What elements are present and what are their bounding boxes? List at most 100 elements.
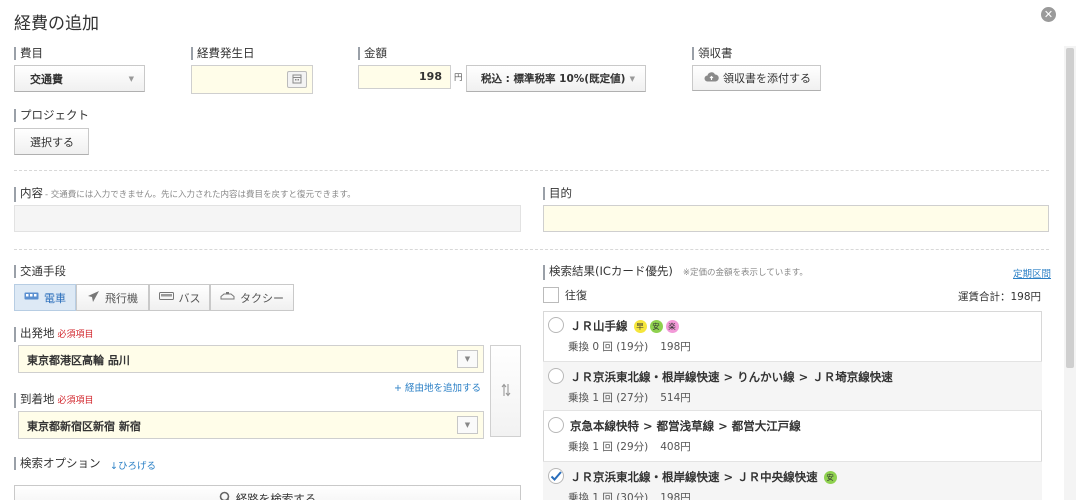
tab-bus-label: バス xyxy=(178,291,201,305)
swap-button[interactable] xyxy=(490,345,521,437)
tab-airplane[interactable]: 飛行機 xyxy=(76,284,149,311)
commuter-section-link[interactable]: 定期区間 xyxy=(1013,266,1051,280)
amount-label: 金額 xyxy=(358,47,387,60)
route-transfers: 乗換 1 回 (29分) xyxy=(568,441,649,453)
route-radio[interactable] xyxy=(548,368,564,384)
arrival-label-text: 到着地 xyxy=(20,392,55,406)
route-title: ＪＲ山手線 早 安 楽 xyxy=(570,318,679,334)
chevron-down-icon: ▼ xyxy=(629,74,635,83)
fare-total: 運賃合計：198円 xyxy=(958,291,1042,303)
route-fare: 514円 xyxy=(660,392,691,404)
calendar-icon[interactable] xyxy=(287,71,307,88)
date-input[interactable] xyxy=(191,65,313,94)
route-name: ＪＲ京浜東北線・根岸線快速 > ＪＲ中央線快速 xyxy=(570,470,818,484)
results-note: ※定価の金額を表示しています。 xyxy=(682,268,808,278)
check-icon[interactable] xyxy=(548,468,564,484)
chevron-down-icon[interactable]: ▼ xyxy=(457,416,478,434)
route-radio[interactable] xyxy=(548,417,564,433)
expense-type-value: 交通費 xyxy=(30,72,63,86)
route-item[interactable]: ＪＲ京浜東北線・根岸線快速 > りんかい線 > ＪＲ埼京線快速 乗換 1 回 (… xyxy=(543,362,1042,411)
route-transfers: 乗換 1 回 (30分) xyxy=(568,492,649,500)
date-label: 経費発生日 xyxy=(191,47,255,60)
required-badge: 必須項目 xyxy=(57,330,94,340)
round-trip-label: 往復 xyxy=(565,289,587,302)
route-name: ＪＲ京浜東北線・根岸線快速 > りんかい線 > ＪＲ埼京線快速 xyxy=(570,370,893,384)
route-name: 京急本線快特 > 都営浅草線 > 都営大江戸線 xyxy=(570,419,801,433)
scrollbar-thumb[interactable] xyxy=(1066,48,1074,368)
amount-input[interactable]: 198 xyxy=(358,65,451,89)
route-item[interactable]: ＪＲ京浜東北線・根岸線快速 > ＪＲ中央線快速 安 乗換 1 回 (30分) 19… xyxy=(543,462,1042,500)
search-route-button[interactable]: 経路を検索する xyxy=(14,485,521,500)
cloud-upload-icon xyxy=(704,71,719,85)
arrival-value: 東京都新宿区新宿 新宿 xyxy=(27,420,141,433)
attach-receipt-button[interactable]: 領収書を添付する xyxy=(692,65,821,91)
tab-train[interactable]: 電車 xyxy=(14,284,76,311)
required-badge: 必須項目 xyxy=(57,396,94,406)
cheap-badge: 安 xyxy=(823,470,837,484)
departure-input[interactable]: 東京都港区高輪 品川 ▼ xyxy=(18,345,484,373)
route-fare: 198円 xyxy=(660,492,691,500)
expense-type-label: 費目 xyxy=(14,47,43,60)
attach-receipt-label: 領収書を添付する xyxy=(723,72,811,85)
purpose-label: 目的 xyxy=(543,187,572,200)
expense-type-select[interactable]: 交通費 ▼ xyxy=(14,65,145,92)
departure-value: 東京都港区高輪 品川 xyxy=(27,354,130,367)
divider xyxy=(14,170,1049,171)
close-icon[interactable]: ✕ xyxy=(1041,7,1056,22)
route-transfers: 乗換 1 回 (27分) xyxy=(568,392,649,404)
tab-taxi[interactable]: タクシー xyxy=(210,284,294,311)
arrival-input[interactable]: 東京都新宿区新宿 新宿 ▼ xyxy=(18,411,484,439)
chevron-down-icon: ▼ xyxy=(128,74,134,83)
search-options-label: 検索オプション xyxy=(14,457,101,470)
tab-bus[interactable]: バス xyxy=(149,284,210,311)
route-info: 乗換 1 回 (30分) 198円 xyxy=(568,490,691,500)
route-info: 乗換 1 回 (27分) 514円 xyxy=(568,390,691,405)
dialog-title: 経費の追加 xyxy=(14,14,99,34)
expand-options-link[interactable]: ↓ひろげる xyxy=(110,458,156,472)
route-fare: 198円 xyxy=(660,341,691,353)
divider xyxy=(14,249,1049,250)
tab-taxi-label: タクシー xyxy=(240,291,284,305)
fast-badge: 早 xyxy=(633,319,647,333)
tab-train-label: 電車 xyxy=(44,291,66,305)
select-project-button[interactable]: 選択する xyxy=(14,128,89,155)
transport-tabs: 電車 飛行機 バス タクシー xyxy=(14,284,294,311)
route-name: ＪＲ山手線 xyxy=(570,319,628,333)
route-info: 乗換 0 回 (19分) 198円 xyxy=(568,339,691,354)
route-title: ＪＲ京浜東北線・根岸線快速 > ＪＲ中央線快速 安 xyxy=(570,469,837,485)
route-transfers: 乗換 0 回 (19分) xyxy=(568,341,649,353)
content-input xyxy=(14,205,521,232)
swap-icon xyxy=(501,382,511,401)
train-icon xyxy=(24,291,39,304)
purpose-input[interactable] xyxy=(543,205,1049,232)
tax-rate-select[interactable]: 税込 : 標準税率 10%(既定値) ▼ xyxy=(466,65,646,92)
tab-airplane-label: 飛行機 xyxy=(105,291,138,305)
results-label-text: 検索結果(ICカード優先) xyxy=(549,264,673,278)
route-item[interactable]: 京急本線快特 > 都営浅草線 > 都営大江戸線 乗換 1 回 (29分) 408円 xyxy=(543,411,1042,462)
transport-label: 交通手段 xyxy=(14,265,66,278)
chevron-down-icon[interactable]: ▼ xyxy=(457,350,478,368)
departure-label: 出発地 必須項目 xyxy=(14,327,94,342)
tax-rate-value: 税込 : 標準税率 10%(既定値) xyxy=(481,73,626,85)
departure-label-text: 出発地 xyxy=(20,326,55,340)
amount-unit: 円 xyxy=(454,73,463,83)
arrival-label: 到着地 必須項目 xyxy=(14,393,94,408)
route-radio[interactable] xyxy=(548,317,564,333)
content-note: - 交通費には入力できません。先に入力された内容は費目を戻すと復元できます。 xyxy=(45,190,356,200)
airplane-icon xyxy=(87,290,100,306)
project-label: プロジェクト xyxy=(14,109,89,122)
content-label: 内容 - 交通費には入力できません。先に入力された内容は費目を戻すと復元できます。 xyxy=(14,187,356,202)
bus-icon xyxy=(158,291,174,304)
search-icon xyxy=(219,491,232,500)
route-item[interactable]: ＪＲ山手線 早 安 楽 乗換 0 回 (19分) 198円 xyxy=(543,311,1042,362)
results-label: 検索結果(ICカード優先) ※定価の金額を表示しています。 xyxy=(543,265,808,280)
easy-badge: 楽 xyxy=(665,319,679,333)
add-waypoint-link[interactable]: + 経由地を追加する xyxy=(394,380,481,394)
route-fare: 408円 xyxy=(660,441,691,453)
round-trip-checkbox[interactable] xyxy=(543,287,559,303)
route-info: 乗換 1 回 (29分) 408円 xyxy=(568,439,691,454)
route-title: ＪＲ京浜東北線・根岸線快速 > りんかい線 > ＪＲ埼京線快速 xyxy=(570,369,893,385)
content-label-text: 内容 xyxy=(20,186,43,200)
cheap-badge: 安 xyxy=(649,319,663,333)
taxi-icon xyxy=(220,291,235,304)
